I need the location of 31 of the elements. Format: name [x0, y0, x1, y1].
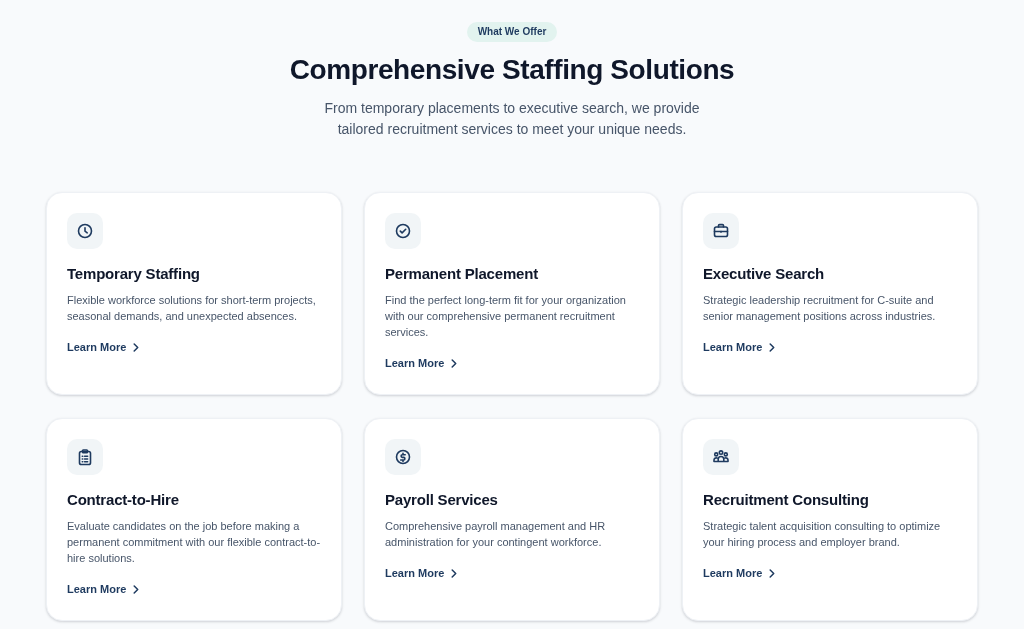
chevron-right-icon: [451, 358, 458, 368]
service-title: Temporary Staffing: [67, 264, 201, 284]
people-group-icon: [703, 439, 739, 475]
chevron-right-icon: [133, 342, 140, 352]
service-title: Executive Search: [703, 264, 826, 284]
learn-more-link[interactable]: Learn More: [67, 339, 140, 355]
section-label: What We Offer: [466, 22, 558, 42]
service-title: Permanent Placement: [385, 264, 539, 284]
learn-more-link[interactable]: Learn More: [67, 581, 140, 597]
service-description: Comprehensive payroll management and HR administration for your contingent workforce.: [385, 519, 607, 550]
briefcase-icon: [703, 213, 739, 249]
service-description: Find the perfect long-term fit for your organization with our comprehensive permanent recruitment services.: [385, 293, 627, 340]
section-title: Comprehensive Staffing Solutions: [288, 53, 736, 87]
section-subtitle: From temporary placements to executive search, we provide tailored recruitment services to meet your unique needs.: [323, 99, 701, 139]
service-description: Strategic talent acquisition consulting to optimize your hiring process and employer brand.: [703, 519, 942, 550]
service-description: Flexible workforce solutions for short-term projects, seasonal demands, and unexpected absences.: [67, 293, 317, 324]
learn-more-link[interactable]: Learn More: [703, 565, 776, 581]
chevron-right-icon: [451, 568, 458, 578]
chevron-right-icon: [769, 568, 776, 578]
service-description: Evaluate candidates on the job before making a permanent commitment with our flexible contract-to-hire solutions.: [67, 519, 321, 566]
clock-icon: [67, 213, 103, 249]
service-title: Contract-to-Hire: [67, 490, 180, 510]
learn-more-link[interactable]: Learn More: [703, 339, 776, 355]
service-title: Recruitment Consulting: [703, 490, 870, 510]
learn-more-link[interactable]: Learn More: [385, 355, 458, 371]
chevron-right-icon: [769, 342, 776, 352]
learn-more-link[interactable]: Learn More: [385, 565, 458, 581]
clipboard-list-icon: [67, 439, 103, 475]
service-title: Payroll Services: [385, 490, 499, 510]
chevron-right-icon: [133, 584, 140, 594]
service-description: Strategic leadership recruitment for C-suite and senior management positions across industries.: [703, 293, 937, 324]
